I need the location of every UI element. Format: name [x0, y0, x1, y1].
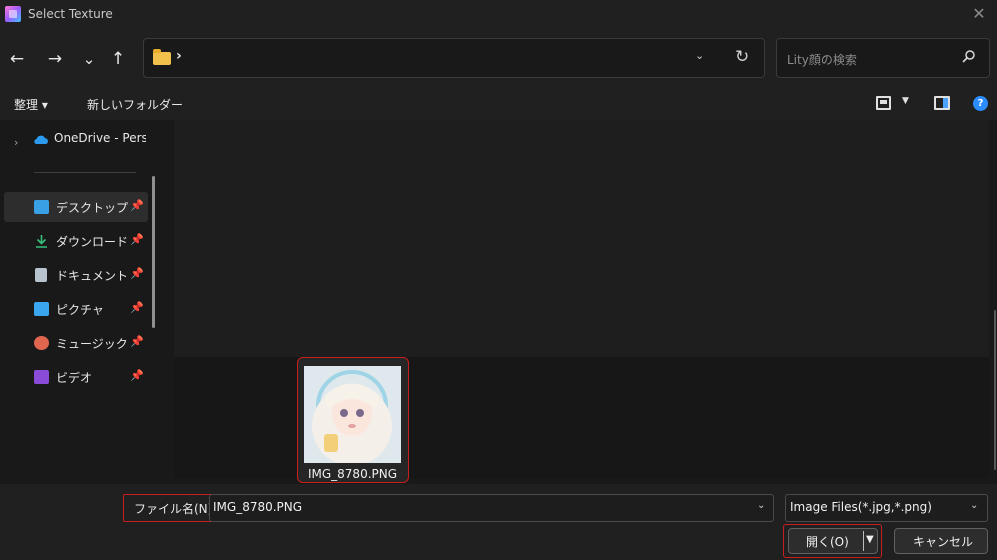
sidebar-item-documents[interactable]: ドキュメント 📌	[4, 260, 148, 290]
pin-icon[interactable]: 📌	[130, 233, 144, 246]
search-input[interactable]: Lity顔の検索	[776, 38, 990, 78]
close-button[interactable]: ✕	[969, 4, 989, 24]
sidebar-item-label: デスクトップ	[56, 201, 129, 215]
download-icon	[36, 235, 47, 248]
sidebar-item-desktop[interactable]: デスクトップ 📌	[4, 192, 148, 222]
window-title: Select Texture	[28, 7, 113, 21]
search-placeholder: Lity顔の検索	[787, 53, 857, 67]
up-button[interactable]: ↑	[107, 48, 129, 70]
help-icon[interactable]: ?	[973, 96, 988, 111]
sidebar-item-downloads[interactable]: ダウンロード 📌	[4, 226, 148, 256]
sidebar-item-label: OneDrive - Perso	[54, 131, 146, 145]
filetype-dropdown-icon[interactable]: ⌄	[970, 500, 978, 511]
file-item[interactable]: IMG_8780.PNG	[297, 357, 409, 483]
forward-button[interactable]: →	[44, 48, 66, 70]
folder-icon	[153, 49, 171, 65]
sidebar-item-pictures[interactable]: ピクチャ 📌	[4, 294, 148, 324]
music-icon	[34, 336, 49, 350]
sidebar-item-onedrive[interactable]: › OneDrive - Perso	[4, 124, 148, 154]
cloud-icon	[34, 135, 48, 144]
dialog-footer: ファイル名(N): IMG_8780.PNG ⌄ Image Files(*.j…	[0, 484, 997, 560]
pin-icon[interactable]: 📌	[130, 335, 144, 348]
sidebar-item-label: ビデオ	[56, 371, 93, 385]
file-list-upper	[174, 120, 989, 357]
pin-icon[interactable]: 📌	[130, 199, 144, 212]
refresh-icon[interactable]: ↻	[735, 47, 749, 67]
sidebar-item-label: ピクチャ	[56, 303, 104, 317]
view-mode-icon[interactable]	[876, 96, 891, 110]
app-icon	[5, 6, 21, 22]
back-button[interactable]: ←	[6, 48, 28, 70]
divider	[34, 172, 136, 173]
sidebar-scrollbar[interactable]	[152, 176, 155, 328]
file-thumbnail	[304, 366, 401, 463]
desktop-icon	[34, 200, 49, 214]
document-icon	[35, 268, 47, 282]
sidebar-item-music[interactable]: ミュージック 📌	[4, 328, 148, 358]
filename-value[interactable]: IMG_8780.PNG	[213, 500, 302, 514]
organize-menu[interactable]: 整理 ▾	[14, 96, 48, 113]
file-name: IMG_8780.PNG	[307, 467, 398, 481]
command-bar: 整理 ▾ 新しいフォルダー	[0, 88, 997, 120]
new-folder-button[interactable]: 新しいフォルダー	[87, 96, 183, 113]
view-mode-dropdown[interactable]: ▼	[902, 96, 909, 106]
title-bar: Select Texture ✕	[0, 0, 997, 28]
open-dropdown-icon[interactable]: ▼	[866, 534, 874, 545]
sidebar-item-label: ミュージック	[56, 337, 128, 351]
filetype-value[interactable]: Image Files(*.jpg,*.png)	[790, 500, 932, 514]
preview-pane-icon[interactable]	[934, 96, 950, 110]
pin-icon[interactable]: 📌	[130, 369, 144, 382]
address-dropdown[interactable]: ⌄	[695, 49, 704, 62]
recent-locations-button[interactable]: ⌄	[78, 48, 100, 70]
pin-icon[interactable]: 📌	[130, 267, 144, 280]
navigation-row: ← → ⌄ ↑ › ⌄ ↻ Lity顔の検索	[0, 34, 997, 82]
sidebar-item-label: ダウンロード	[56, 235, 129, 249]
filename-label: ファイル名(N):	[134, 502, 217, 516]
split-divider	[863, 531, 864, 551]
pictures-icon	[34, 302, 49, 316]
sidebar-item-videos[interactable]: ビデオ 📌	[4, 362, 148, 392]
pin-icon[interactable]: 📌	[130, 301, 144, 314]
expand-chevron-icon[interactable]: ›	[14, 136, 18, 149]
filename-dropdown-icon[interactable]: ⌄	[757, 500, 765, 511]
address-bar[interactable]: › ⌄ ↻	[143, 38, 765, 78]
breadcrumb-chevron[interactable]: ›	[176, 48, 182, 64]
file-list-area[interactable]: IMG_8780.PNG	[160, 120, 997, 484]
search-icon[interactable]	[962, 50, 975, 63]
navigation-pane: › OneDrive - Perso デスクトップ 📌 ダウンロード 📌 ドキュ…	[0, 120, 160, 484]
cancel-button-label[interactable]: キャンセル	[913, 533, 973, 550]
content-scrollbar[interactable]	[994, 310, 996, 470]
video-icon	[34, 370, 49, 384]
open-button-label[interactable]: 開く(O)	[806, 533, 849, 550]
sidebar-item-label: ドキュメント	[56, 269, 129, 283]
